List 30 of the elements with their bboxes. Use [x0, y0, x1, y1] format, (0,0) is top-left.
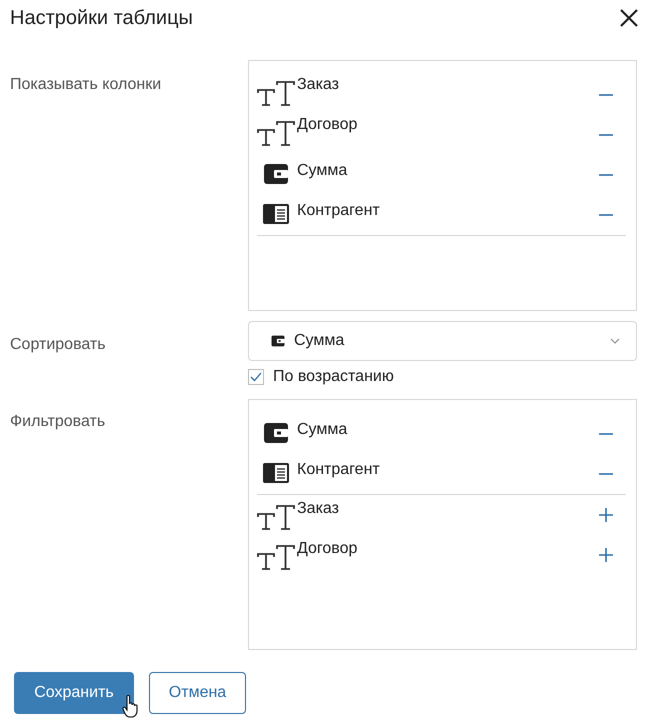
- text-type-icon: [257, 121, 295, 147]
- column-name: Контрагент: [297, 461, 381, 479]
- save-button[interactable]: Сохранить: [14, 672, 134, 714]
- checkbox-label: По возрастанию: [273, 368, 394, 386]
- field-label: Показывать колонки: [10, 75, 162, 95]
- caret-icon: [610, 338, 620, 344]
- checkbox[interactable]: [248, 369, 264, 385]
- column-name: Контрагент: [297, 202, 381, 220]
- sort-dropdown[interactable]: Сумма: [248, 321, 637, 361]
- wallet-icon: [263, 422, 289, 444]
- field-label: Сортировать: [10, 335, 107, 355]
- contact-card-icon: [262, 203, 290, 225]
- column-name: Договор: [297, 116, 358, 134]
- wallet-icon: [271, 335, 285, 347]
- column-name: Заказ: [297, 76, 340, 94]
- plus-icon[interactable]: [598, 507, 614, 523]
- cancel-button[interactable]: Отмена: [149, 672, 246, 714]
- close-icon[interactable]: [619, 8, 639, 28]
- field-label: Фильтровать: [10, 412, 106, 432]
- plus-icon[interactable]: [598, 547, 614, 563]
- dialog-title: Настройки таблицы: [10, 6, 193, 30]
- text-type-icon: [257, 81, 295, 107]
- text-type-icon: [257, 505, 295, 531]
- column-name: Сумма: [297, 421, 348, 439]
- column-name: Договор: [297, 540, 358, 558]
- text-type-icon: [257, 545, 295, 571]
- wallet-icon: [263, 163, 289, 185]
- column-name: Сумма: [297, 162, 348, 180]
- column-name: Заказ: [297, 500, 340, 518]
- contact-card-icon: [262, 462, 290, 484]
